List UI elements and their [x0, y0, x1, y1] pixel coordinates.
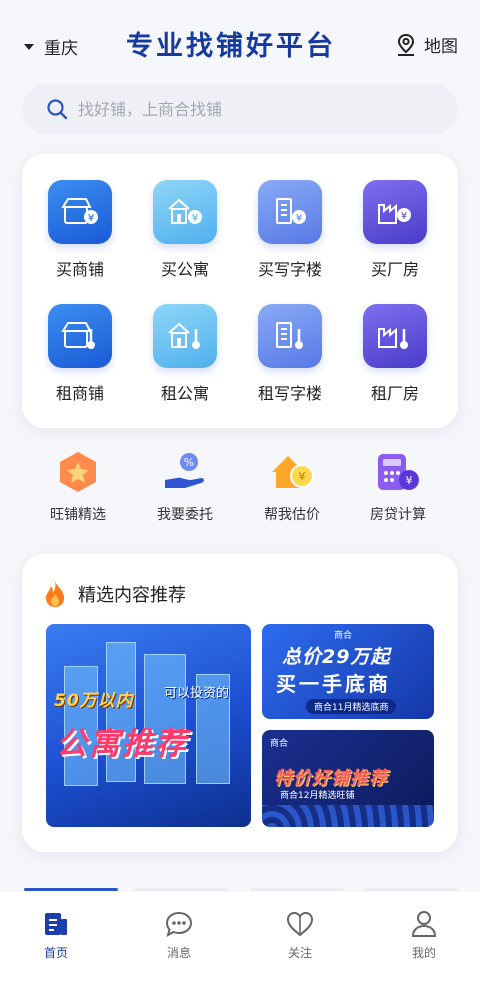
app-slogan: 专业找铺好平台	[126, 31, 336, 62]
category-label: 买厂房	[370, 260, 419, 279]
chat-bubble-icon	[139, 910, 219, 938]
tab-label: 我的	[411, 946, 436, 960]
banner-headline: 特价好铺推荐	[274, 768, 388, 789]
tab-label: 消息	[166, 946, 191, 960]
home-doc-icon	[16, 910, 96, 938]
svg-text:¥: ¥	[296, 213, 302, 224]
category-label: 租写字楼	[257, 384, 322, 403]
calculator-icon: ¥	[373, 450, 423, 496]
caret-down-icon	[24, 43, 34, 50]
flame-icon	[46, 581, 64, 607]
tab-favorites[interactable]: 关注	[260, 910, 340, 961]
category-rent-shop[interactable]: 租商铺	[30, 304, 130, 414]
category-buy-shop[interactable]: ¥ 买商铺	[30, 180, 130, 290]
map-button[interactable]: 地图	[396, 32, 458, 57]
content-tab-placeholder	[134, 888, 228, 891]
search-icon	[47, 99, 68, 120]
quick-label: 房贷计算	[370, 507, 426, 523]
content-tab-placeholder	[250, 888, 344, 891]
quick-label: 旺铺精选	[50, 507, 106, 523]
quick-label: 我要委托	[157, 507, 213, 523]
user-icon	[384, 910, 464, 938]
content-tab-placeholder	[364, 888, 458, 891]
header: 重庆 专业找铺好平台 地图	[0, 0, 480, 84]
svg-text:¥: ¥	[192, 213, 198, 224]
recommend-header: 精选内容推荐	[42, 580, 186, 608]
category-label: 租厂房	[370, 384, 419, 403]
search-bar[interactable]	[22, 84, 458, 134]
city-selector[interactable]: 重庆	[24, 34, 78, 59]
category-label: 买商铺	[55, 260, 104, 279]
tab-label: 关注	[287, 946, 312, 960]
category-label: 买公寓	[160, 260, 209, 279]
svg-text:¥: ¥	[406, 474, 413, 487]
tab-label: 首页	[43, 946, 68, 960]
category-rent-apartment[interactable]: 租公寓	[135, 304, 235, 414]
category-label: 租商铺	[55, 384, 104, 403]
category-label: 买写字楼	[257, 260, 322, 279]
tab-messages[interactable]: 消息	[139, 910, 219, 961]
hand-percent-icon: %	[160, 450, 210, 496]
tab-home[interactable]: 首页	[16, 910, 96, 961]
office-money-icon: ¥	[258, 180, 322, 244]
category-card: ¥ 买商铺 ¥ 买公寓 ¥ 买写字楼 ¥ 买厂房 租商铺 租公寓 租写字楼 租厂…	[22, 154, 458, 428]
banner-headline: 公寓推荐	[56, 726, 188, 762]
shop-money-icon: ¥	[48, 180, 112, 244]
banner-line1: 总价29万起	[282, 646, 391, 668]
map-pin-icon	[397, 33, 415, 56]
shop-rent-icon	[48, 304, 112, 368]
banner-tag: 商合12月精选旺铺	[280, 791, 355, 801]
map-label: 地图	[424, 37, 458, 57]
wave-decoration	[262, 805, 434, 827]
banner-logo: 商合	[334, 631, 353, 641]
factory-money-icon: ¥	[363, 180, 427, 244]
recommend-title: 精选内容推荐	[78, 585, 186, 606]
banner-apartment-recommend[interactable]: 50万以内 可以投资的 公寓推荐	[46, 624, 251, 827]
category-buy-apartment[interactable]: ¥ 买公寓	[135, 180, 235, 290]
quick-mortgage-calc[interactable]: ¥ 房贷计算	[348, 450, 448, 524]
city-label: 重庆	[44, 39, 78, 59]
content-tab-indicator	[24, 888, 118, 891]
category-buy-office[interactable]: ¥ 买写字楼	[240, 180, 340, 290]
svg-text:¥: ¥	[299, 470, 306, 483]
svg-text:¥: ¥	[401, 211, 407, 222]
category-label: 租公寓	[160, 384, 209, 403]
quick-valuation[interactable]: ¥ 帮我估价	[242, 450, 342, 524]
apartment-money-icon: ¥	[153, 180, 217, 244]
quick-actions: 旺铺精选 % 我要委托 ¥ 帮我估价 ¥ 房贷计算	[22, 450, 458, 534]
banner-subtitle: 可以投资的	[164, 686, 230, 701]
banner-line2: 买一手底商	[276, 672, 391, 696]
house-coin-icon: ¥	[267, 450, 317, 496]
factory-rent-icon	[363, 304, 427, 368]
category-buy-factory[interactable]: ¥ 买厂房	[345, 180, 445, 290]
banner-amount: 50万以内	[54, 691, 134, 711]
category-rent-factory[interactable]: 租厂房	[345, 304, 445, 414]
banner-ground-shops[interactable]: 商合 总价29万起 买一手底商 商合11月精选底商	[262, 624, 434, 719]
star-badge-icon	[53, 450, 103, 496]
banner-logo: 商合	[270, 739, 289, 749]
apartment-rent-icon	[153, 304, 217, 368]
quick-entrust[interactable]: % 我要委托	[135, 450, 235, 524]
category-rent-office[interactable]: 租写字楼	[240, 304, 340, 414]
recommend-card: 精选内容推荐 50万以内 可以投资的 公寓推荐 商合 总价29万起 买一手底商 …	[22, 554, 458, 852]
office-rent-icon	[258, 304, 322, 368]
search-input[interactable]	[78, 99, 418, 119]
banner-special-shops[interactable]: 商合 特价好铺推荐 商合12月精选旺铺	[262, 730, 434, 827]
quick-label: 帮我估价	[264, 507, 320, 523]
svg-text:%: %	[184, 456, 194, 469]
heart-icon	[260, 910, 340, 938]
quick-featured-shops[interactable]: 旺铺精选	[28, 450, 128, 524]
banner-tag: 商合11月精选底商	[306, 699, 397, 714]
bottom-tabbar: 首页 消息 关注 我的	[0, 892, 480, 984]
svg-text:¥: ¥	[88, 213, 94, 224]
tab-profile[interactable]: 我的	[384, 910, 464, 961]
